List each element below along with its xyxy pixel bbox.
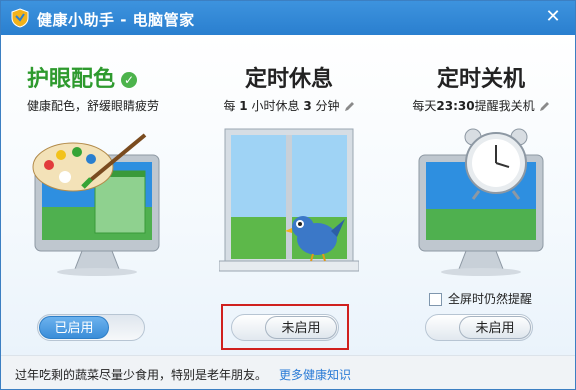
check-circle-icon: ✓ xyxy=(121,72,138,88)
title-bar: 健康小助手 - 电脑管家 ✕ xyxy=(1,1,575,35)
eye-care-toggle[interactable]: 已启用 xyxy=(37,314,145,341)
fullscreen-checkbox[interactable] xyxy=(429,293,442,306)
rest-title: 定时休息 xyxy=(244,67,333,92)
shutdown-toggle[interactable]: 未启用 xyxy=(425,314,533,341)
rest-interval-value: 1 xyxy=(239,99,248,113)
fullscreen-reminder-option[interactable]: 全屏时仍然提醒 xyxy=(429,290,532,307)
rest-duration-value: 3 xyxy=(303,99,312,113)
window-bird-illustration xyxy=(219,128,359,272)
rest-reminder-panel: 定时休息 每 1 小时休息 3 分钟 未启用 xyxy=(193,35,385,355)
rest-sub-prefix: 每 xyxy=(223,99,236,113)
eye-care-title: 护眼配色 ✓ xyxy=(27,61,138,93)
eye-care-toggle-label: 已启用 xyxy=(39,316,109,339)
eye-care-title-text: 护眼配色 xyxy=(27,67,116,92)
shutdown-title: 定时关机 xyxy=(436,67,525,92)
rest-subtitle: 每 1 小时休息 3 分钟 xyxy=(193,97,385,114)
health-tip: 过年吃剩的蔬菜尽量少食用，特别是老年朋友。 xyxy=(15,368,268,382)
fullscreen-label: 全屏时仍然提醒 xyxy=(448,292,533,306)
pencil-icon[interactable] xyxy=(538,101,550,113)
shutdown-reminder-panel: 定时关机 每天23:30提醒我关机 全屏时仍然提醒 未启用 xyxy=(385,35,575,355)
shutdown-sub-suffix: 提醒我关机 xyxy=(474,99,535,113)
more-health-link[interactable]: 更多健康知识 xyxy=(279,366,351,383)
close-icon[interactable]: ✕ xyxy=(541,5,565,29)
monitor-palette-illustration xyxy=(32,133,160,276)
pencil-icon[interactable] xyxy=(343,101,355,113)
main-content: 护眼配色 ✓ 健康配色，舒缓眼睛疲劳 已启用 定时休息 每 1 小时休息 3 分… xyxy=(1,35,575,355)
shutdown-subtitle: 每天23:30提醒我关机 xyxy=(385,97,575,114)
footer-bar: 过年吃剩的蔬菜尽量少食用，特别是老年朋友。 更多健康知识 xyxy=(1,355,575,389)
window-title: 健康小助手 - 电脑管家 xyxy=(37,11,195,29)
eye-care-panel: 护眼配色 ✓ 健康配色，舒缓眼睛疲劳 已启用 xyxy=(1,35,193,355)
shutdown-toggle-label: 未启用 xyxy=(459,316,531,339)
highlight-box xyxy=(221,304,349,350)
app-logo-icon xyxy=(11,8,29,28)
health-assistant-window: 健康小助手 - 电脑管家 ✕ 护眼配色 ✓ 健康配色，舒缓眼睛疲劳 已启用 定时… xyxy=(0,0,576,390)
eye-care-subtitle: 健康配色，舒缓眼睛疲劳 xyxy=(27,99,160,113)
shutdown-time-value: 23:30 xyxy=(436,99,475,113)
monitor-clock-illustration xyxy=(418,128,544,276)
shutdown-sub-prefix: 每天 xyxy=(412,99,437,113)
rest-sub-suffix: 分钟 xyxy=(315,99,340,113)
rest-sub-mid: 小时休息 xyxy=(251,99,300,113)
